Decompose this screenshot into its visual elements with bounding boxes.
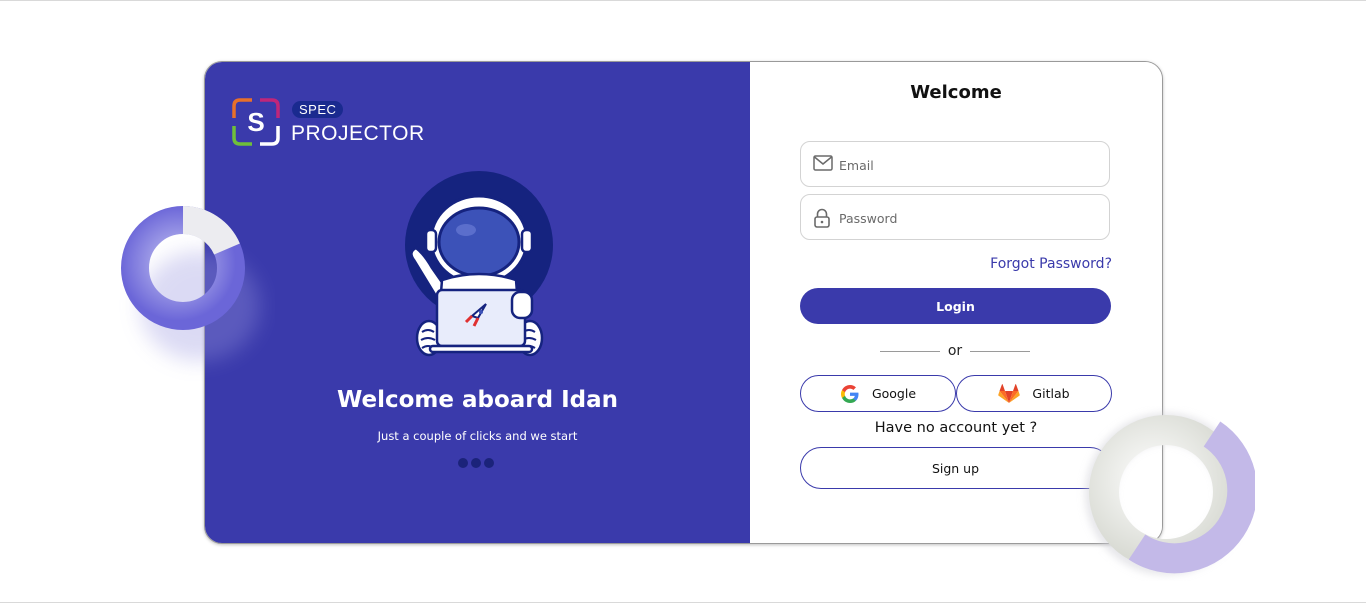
form-title: Welcome xyxy=(910,82,1002,103)
login-page: S SPEC PROJECTOR Welcome aboard Idan Jus… xyxy=(0,0,1366,603)
signup-button[interactable]: Sign up xyxy=(800,447,1111,489)
email-input[interactable] xyxy=(837,142,1101,188)
or-label: or xyxy=(947,343,963,359)
password-field[interactable] xyxy=(800,194,1110,241)
or-divider: or xyxy=(880,342,1031,360)
decorative-ring-right xyxy=(1085,413,1255,575)
forgot-password-link[interactable]: Forgot Password? xyxy=(990,256,1112,272)
hero-panel: S SPEC PROJECTOR Welcome aboard Idan Jus… xyxy=(205,62,750,543)
carousel-dot[interactable] xyxy=(484,458,494,468)
brand-logo: S SPEC PROJECTOR xyxy=(230,96,440,152)
brand-mark-icon: S xyxy=(232,98,280,146)
divider-line xyxy=(970,350,1031,352)
carousel-dot[interactable] xyxy=(471,458,481,468)
hero-title: Welcome aboard Idan xyxy=(336,387,619,413)
google-icon xyxy=(840,384,859,403)
divider-line xyxy=(880,350,940,352)
email-field[interactable] xyxy=(800,141,1110,188)
envelope-icon xyxy=(813,155,833,171)
gitlab-icon xyxy=(998,383,1021,403)
carousel-dots xyxy=(458,458,494,468)
brand-name: PROJECTOR xyxy=(291,122,425,145)
decorative-ring-left xyxy=(121,206,260,361)
gitlab-label: Gitlab xyxy=(1032,386,1070,401)
password-input[interactable] xyxy=(837,195,1101,241)
google-label: Google xyxy=(871,386,917,401)
brand-spec-badge: SPEC xyxy=(292,101,344,118)
lock-icon xyxy=(814,208,830,228)
login-card: S SPEC PROJECTOR Welcome aboard Idan Jus… xyxy=(204,61,1163,544)
carousel-dot[interactable] xyxy=(458,458,468,468)
hero-subtitle: Just a couple of clicks and we start xyxy=(377,429,578,443)
brand-mark-letter: S xyxy=(247,107,264,137)
login-button[interactable]: Login xyxy=(800,288,1111,324)
google-login-button[interactable]: Google xyxy=(800,375,956,412)
astronaut-illustration xyxy=(405,171,553,357)
